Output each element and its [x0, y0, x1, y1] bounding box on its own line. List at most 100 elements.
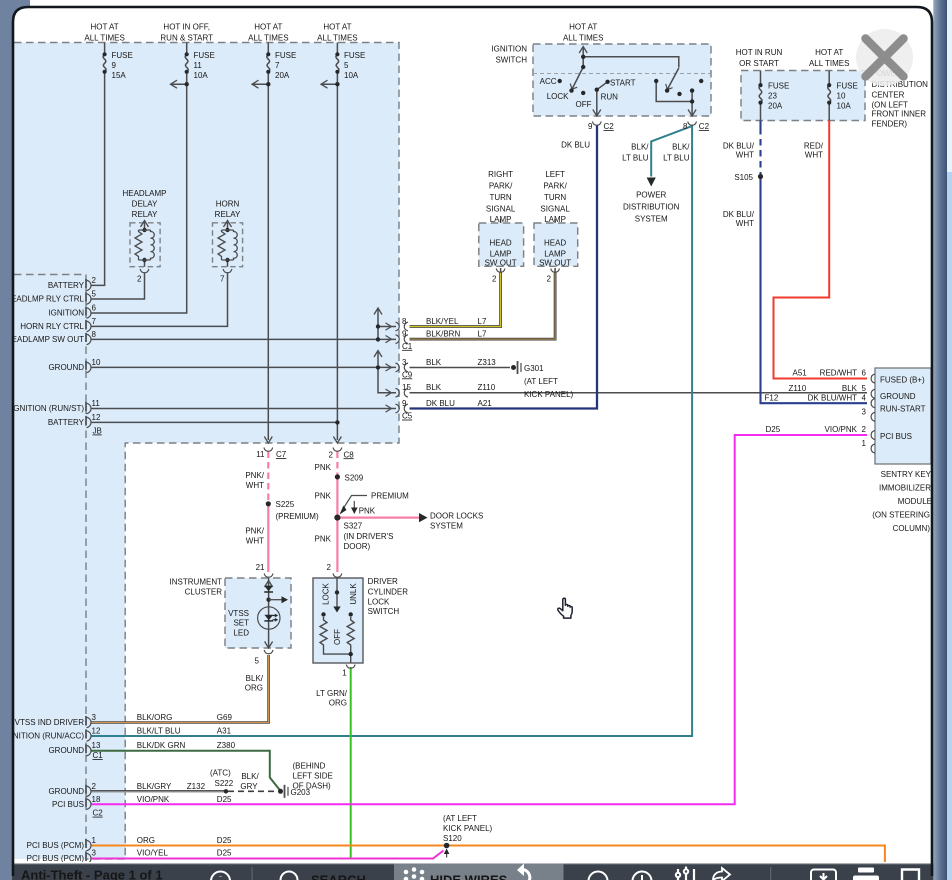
svg-text:LOCK: LOCK	[368, 598, 390, 607]
svg-text:SIGNAL: SIGNAL	[540, 205, 570, 214]
svg-text:C8: C8	[344, 450, 355, 459]
svg-text:(ON LEFT: (ON LEFT	[872, 101, 909, 110]
svg-text:S120: S120	[443, 834, 462, 843]
svg-text:HORN RLY CTRL: HORN RLY CTRL	[20, 322, 84, 331]
svg-text:ORG: ORG	[329, 698, 347, 707]
svg-text:6: 6	[92, 304, 97, 313]
svg-text:C7: C7	[276, 450, 287, 459]
svg-text:BLK: BLK	[426, 358, 442, 367]
svg-text:DELAY: DELAY	[132, 200, 158, 209]
svg-text:L7: L7	[478, 317, 487, 326]
svg-text:BLK/: BLK/	[672, 143, 690, 152]
svg-text:7: 7	[220, 275, 225, 284]
svg-text:HOT AT: HOT AT	[91, 23, 119, 32]
svg-text:OFF: OFF	[576, 100, 592, 109]
svg-text:ALL TIMES: ALL TIMES	[84, 34, 124, 43]
svg-text:7: 7	[275, 61, 280, 70]
svg-text:DK BLU/WHT: DK BLU/WHT	[808, 394, 857, 403]
svg-text:HOT AT: HOT AT	[569, 23, 597, 32]
svg-text:HEADLAMP SW OUT: HEADLAMP SW OUT	[6, 335, 84, 344]
svg-text:PCI BUS: PCI BUS	[52, 800, 84, 809]
svg-text:DISTRIBUTION: DISTRIBUTION	[623, 203, 680, 212]
svg-text:FUSE: FUSE	[112, 51, 133, 60]
svg-text:BLK: BLK	[426, 383, 442, 392]
svg-text:3: 3	[402, 358, 407, 367]
svg-text:MODULE: MODULE	[898, 497, 932, 506]
svg-text:2: 2	[92, 782, 97, 791]
svg-text:LAMP: LAMP	[544, 249, 566, 258]
svg-text:BLK/: BLK/	[631, 143, 649, 152]
svg-text:VIO/PNK: VIO/PNK	[137, 795, 170, 804]
svg-text:SWITCH: SWITCH	[368, 607, 400, 616]
svg-text:LT GRN/: LT GRN/	[316, 689, 348, 698]
svg-text:KICK PANEL): KICK PANEL)	[524, 390, 574, 399]
svg-text:15A: 15A	[112, 71, 127, 80]
svg-text:HEADLMP RLY CTRL: HEADLMP RLY CTRL	[5, 295, 84, 304]
svg-text:SIGNAL: SIGNAL	[486, 205, 516, 214]
svg-text:Z132: Z132	[187, 782, 206, 791]
svg-text:DK BLU: DK BLU	[561, 141, 590, 150]
svg-text:LEFT: LEFT	[545, 170, 565, 179]
svg-text:POWER: POWER	[636, 191, 666, 200]
svg-text:C2: C2	[93, 809, 104, 818]
svg-text:S327: S327	[344, 521, 363, 530]
svg-text:BLK/LT BLU: BLK/LT BLU	[137, 727, 181, 736]
svg-text:OR START: OR START	[739, 59, 779, 68]
svg-text:S209: S209	[345, 473, 364, 482]
svg-text:IMMOBILIZER: IMMOBILIZER	[879, 484, 931, 493]
svg-text:L7: L7	[478, 330, 487, 339]
svg-text:3: 3	[862, 407, 867, 416]
svg-text:HORN: HORN	[216, 200, 240, 209]
svg-text:BLK: BLK	[842, 384, 858, 393]
svg-text:HOT AT: HOT AT	[254, 23, 282, 32]
svg-text:INSTRUMENT: INSTRUMENT	[170, 578, 223, 587]
svg-text:S222: S222	[215, 779, 234, 788]
svg-text:FUSE: FUSE	[768, 82, 789, 91]
svg-text:D25: D25	[766, 425, 781, 434]
svg-text:LT BLU: LT BLU	[622, 154, 649, 163]
svg-text:2: 2	[329, 450, 334, 459]
svg-text:VTSS: VTSS	[228, 609, 249, 618]
svg-text:9: 9	[112, 61, 117, 70]
svg-text:11: 11	[256, 450, 265, 459]
svg-text:IGNITION: IGNITION	[48, 309, 84, 318]
svg-text:20A: 20A	[275, 71, 290, 80]
svg-text:KICK PANEL): KICK PANEL)	[443, 824, 493, 833]
svg-text:C5: C5	[402, 412, 413, 421]
svg-text:BLK/GRY: BLK/GRY	[137, 782, 172, 791]
svg-text:2: 2	[492, 275, 497, 284]
svg-text:IGNITION: IGNITION	[491, 45, 527, 54]
svg-text:WHT: WHT	[805, 151, 823, 160]
svg-text:11: 11	[92, 399, 101, 408]
svg-text:HEADLAMP: HEADLAMP	[122, 189, 166, 198]
svg-text:BLK/: BLK/	[241, 772, 259, 781]
svg-text:WHT: WHT	[246, 481, 264, 490]
svg-text:(BEHIND: (BEHIND	[293, 761, 326, 770]
svg-text:SW OUT: SW OUT	[539, 259, 571, 268]
svg-text:15: 15	[402, 383, 411, 392]
svg-text:2: 2	[327, 563, 332, 572]
svg-text:1: 1	[92, 836, 97, 845]
svg-text:BLK/ORG: BLK/ORG	[137, 713, 173, 722]
svg-text:WHT: WHT	[736, 151, 754, 160]
svg-text:SENTRY KEY: SENTRY KEY	[881, 470, 932, 479]
svg-text:12: 12	[92, 727, 101, 736]
svg-text:LOCK: LOCK	[547, 92, 569, 101]
svg-text:ALL TIMES: ALL TIMES	[809, 59, 849, 68]
svg-text:HOT IN RUN: HOT IN RUN	[736, 48, 783, 57]
svg-text:Anti-Theft - Page 1 of 1: Anti-Theft - Page 1 of 1	[21, 868, 163, 880]
svg-text:5: 5	[92, 290, 97, 299]
svg-text:4: 4	[862, 394, 867, 403]
svg-text:CLUSTER: CLUSTER	[185, 588, 223, 597]
svg-text:PNK: PNK	[315, 492, 332, 501]
svg-text:TURN: TURN	[489, 193, 511, 202]
svg-text:BATTERY: BATTERY	[48, 418, 85, 427]
svg-text:VIO/PNK: VIO/PNK	[825, 425, 858, 434]
svg-text:9: 9	[402, 330, 407, 339]
svg-text:23: 23	[768, 92, 777, 101]
svg-text:CYLINDER: CYLINDER	[368, 587, 409, 596]
svg-text:5: 5	[862, 384, 867, 393]
svg-text:9: 9	[402, 399, 407, 408]
svg-text:FUSE: FUSE	[344, 51, 365, 60]
svg-text:LAMP: LAMP	[490, 215, 512, 224]
